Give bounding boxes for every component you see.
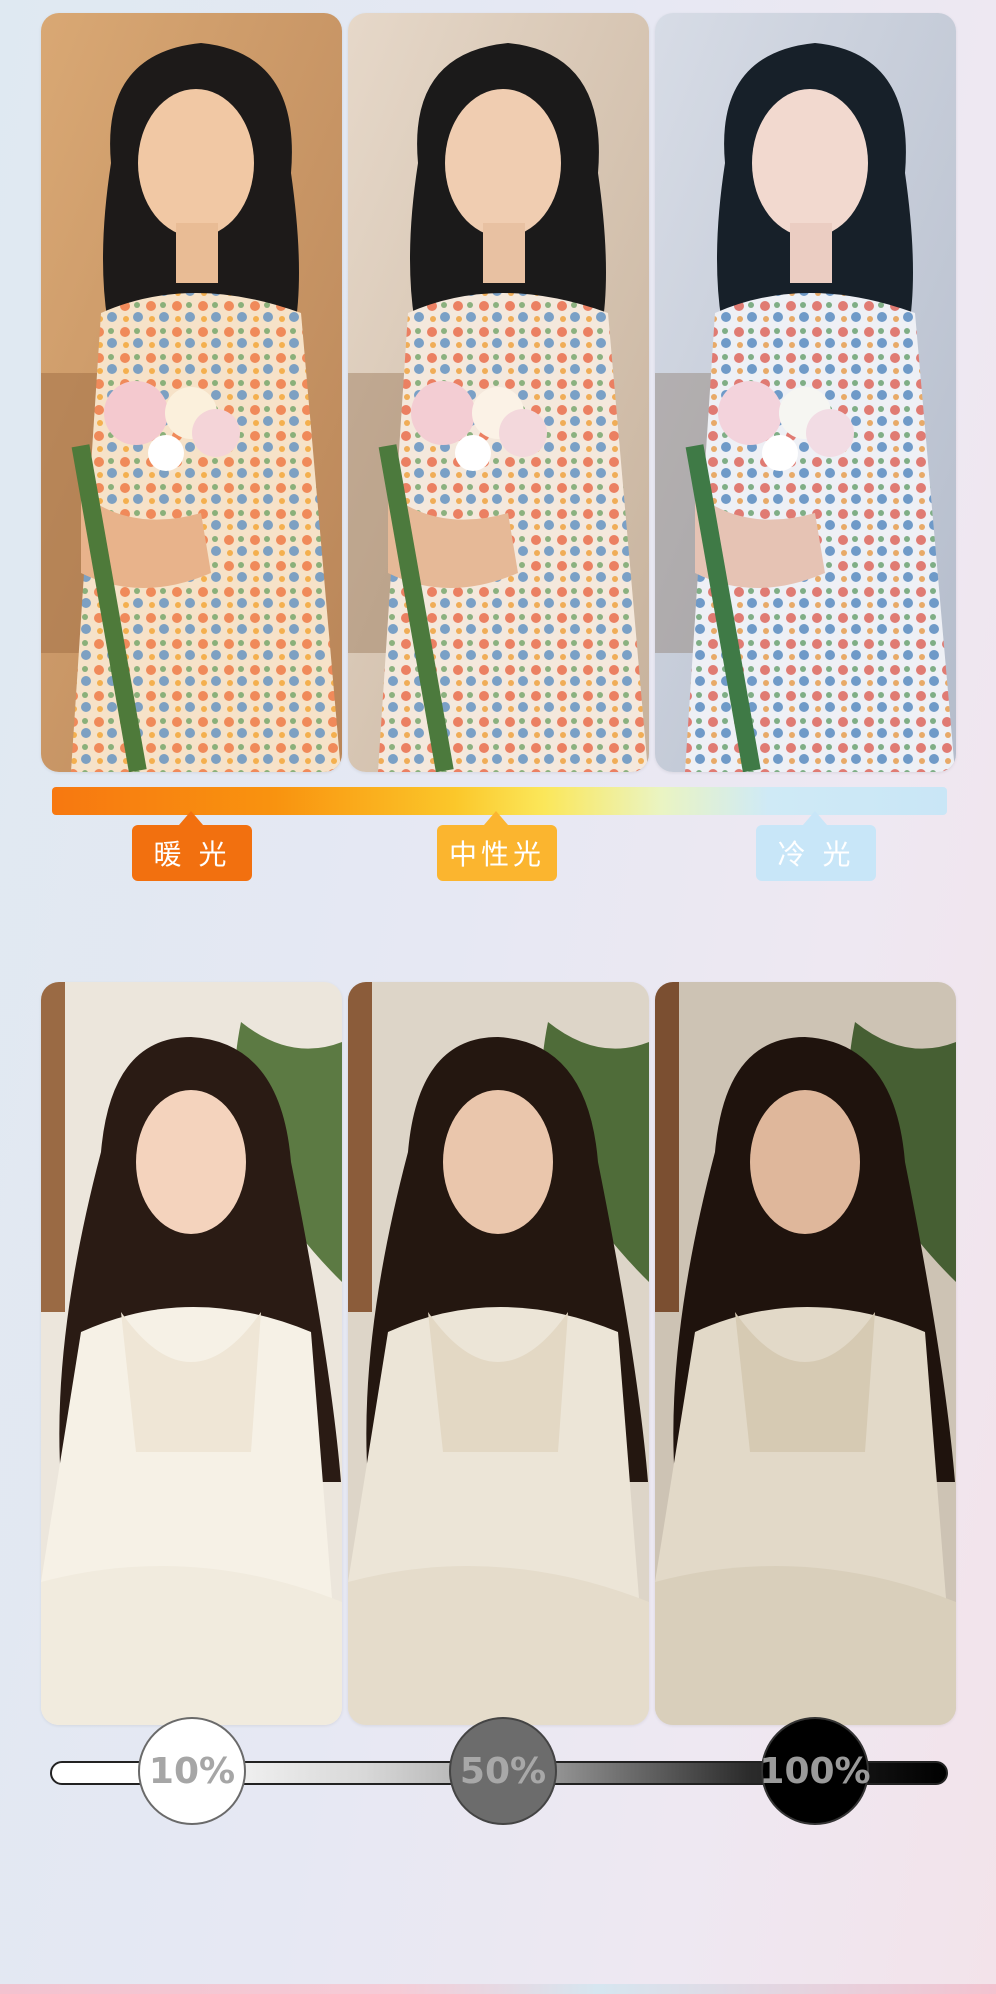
- brightness-100-photo: [655, 982, 956, 1725]
- neutral-light-photo: [348, 13, 649, 772]
- cool-light-label: 冷 光: [756, 825, 876, 881]
- neutral-pointer-icon: [484, 811, 508, 825]
- brightness-10-knob: 10%: [138, 1717, 246, 1825]
- brightness-50-photo: [348, 982, 649, 1725]
- warm-pointer-icon: [179, 811, 203, 825]
- warm-light-label: 暖 光: [132, 825, 252, 881]
- bottom-decorative-strip: [0, 1984, 996, 1994]
- brightness-10-photo: [41, 982, 342, 1725]
- brightness-50-knob: 50%: [449, 1717, 557, 1825]
- cool-light-photo: [655, 13, 956, 772]
- brightness-100-knob: 100%: [759, 1717, 871, 1825]
- warm-light-photo: [41, 13, 342, 772]
- cool-pointer-icon: [803, 811, 827, 825]
- neutral-light-label: 中性光: [437, 825, 557, 881]
